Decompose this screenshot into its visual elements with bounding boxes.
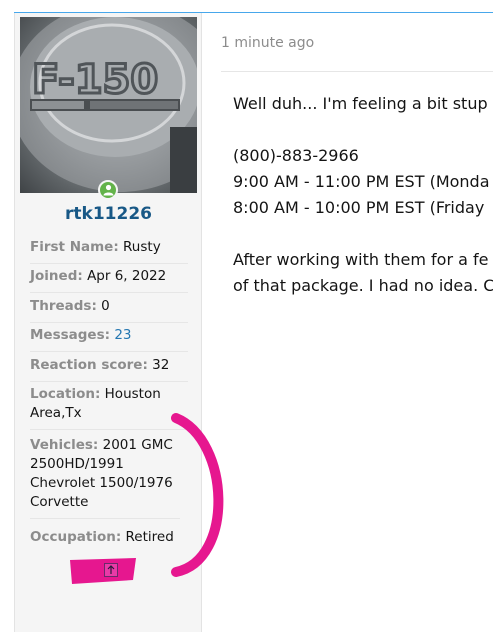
messages-link[interactable]: 23 xyxy=(114,327,131,343)
username-link[interactable]: rtk11226 xyxy=(20,204,197,224)
field-label: Threads: xyxy=(30,298,97,314)
field-value: Rusty xyxy=(123,239,161,255)
post-line: (800)-883-2966 xyxy=(233,146,359,165)
field-vehicles: Vehicles: 2001 GMC 2500HD/1991 Chevrolet… xyxy=(30,436,180,519)
field-occupation: Occupation: Retired xyxy=(30,528,188,553)
post-line: After working with them for a fe xyxy=(233,250,489,269)
post-timestamp[interactable]: 1 minute ago xyxy=(221,35,314,51)
field-reaction-score: Reaction score: 32 xyxy=(30,356,188,382)
field-label: Reaction score: xyxy=(30,357,148,373)
field-value: 0 xyxy=(101,298,110,314)
post-header-divider xyxy=(221,71,493,72)
post-line: of that package. I had no idea. C xyxy=(233,276,493,295)
online-status-icon xyxy=(98,180,118,200)
field-messages: Messages: 23 xyxy=(30,326,188,352)
field-location: Location: Houston Area,Tx xyxy=(30,385,188,430)
post-line: Well duh... I'm feeling a bit stup xyxy=(233,94,488,113)
avatar[interactable]: F-150 xyxy=(20,17,197,193)
field-value: 32 xyxy=(152,357,170,373)
field-label: Messages: xyxy=(30,327,111,343)
scroll-up-button[interactable] xyxy=(104,563,118,577)
field-label: Occupation: xyxy=(30,529,122,545)
field-label: Location: xyxy=(30,386,101,402)
field-joined: Joined: Apr 6, 2022 xyxy=(30,267,188,293)
arrow-up-icon xyxy=(107,565,115,574)
post-line: 9:00 AM - 11:00 PM EST (Monda xyxy=(233,172,490,191)
avatar-image: F-150 xyxy=(20,17,197,193)
field-label: Vehicles: xyxy=(30,437,99,453)
field-value: Retired xyxy=(125,529,174,545)
field-value: Apr 6, 2022 xyxy=(87,268,167,284)
avatar-text: F-150 xyxy=(32,57,158,103)
field-label: Joined: xyxy=(30,268,83,284)
post-body: Well duh... I'm feeling a bit stup (800)… xyxy=(233,91,493,299)
field-label: First Name: xyxy=(30,239,119,255)
field-first-name: First Name: Rusty xyxy=(30,238,188,264)
field-threads: Threads: 0 xyxy=(30,297,188,323)
post-line: 8:00 AM - 10:00 PM EST (Friday xyxy=(233,198,485,217)
